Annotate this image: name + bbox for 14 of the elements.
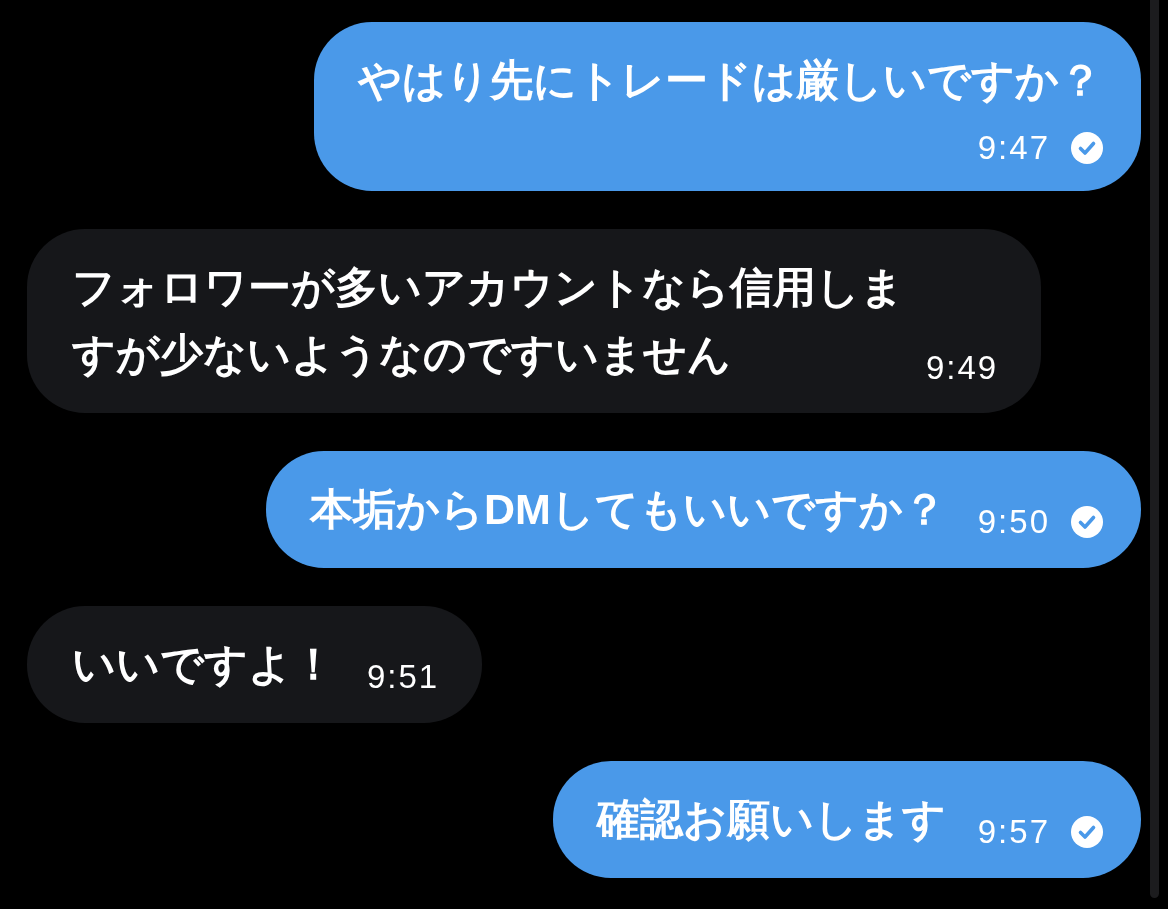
message-time: 9:51: [367, 659, 440, 695]
check-circle-icon: [1071, 506, 1103, 538]
message-time: 9:50: [977, 504, 1050, 540]
check-circle-icon: [1071, 816, 1103, 848]
message-time: 9:47: [977, 130, 1050, 166]
message-text: フォロワーが多いアカウントなら信用しますが少ないようなのですいません: [72, 262, 905, 380]
message-text: いいですよ！: [72, 640, 335, 688]
message-time: 9:57: [977, 814, 1050, 850]
message-text: 本垢からDMしてもいいですか？: [309, 485, 946, 533]
message-text: やはり先にトレードは厳しいですか？: [358, 56, 1102, 104]
check-circle-icon: [1071, 132, 1103, 164]
message-time: 9:49: [926, 350, 999, 386]
scrollbar-track[interactable]: [1150, 0, 1159, 898]
message-text: 確認お願いします: [596, 795, 946, 843]
